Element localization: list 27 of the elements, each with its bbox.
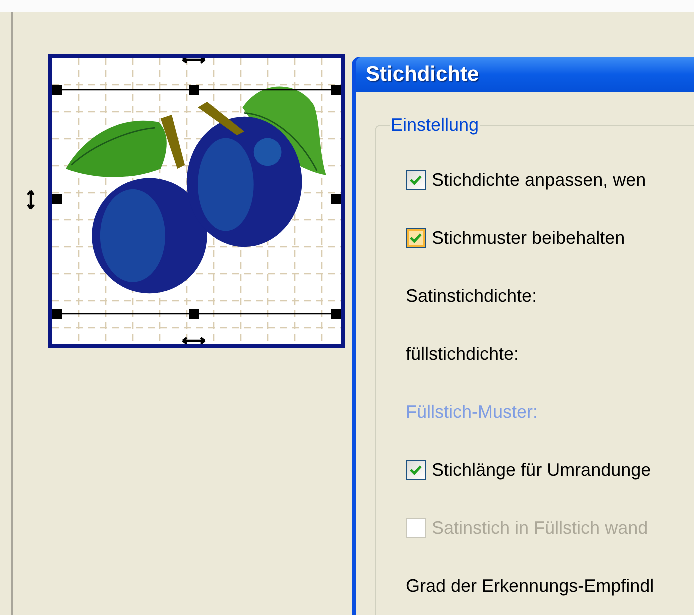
height-arrow-icon[interactable] <box>26 190 34 210</box>
resize-handle[interactable] <box>52 309 62 319</box>
resize-handle[interactable] <box>52 194 62 204</box>
checkmark-icon <box>410 465 422 475</box>
dialog-title: Stichdichte <box>366 62 480 88</box>
width-arrow-icon[interactable] <box>182 336 206 344</box>
resize-handle[interactable] <box>52 85 62 95</box>
checkbox-label: Stichdichte anpassen, wen <box>432 168 646 192</box>
resize-handle[interactable] <box>189 309 199 319</box>
field-label: Satinstichdichte: <box>406 284 538 308</box>
resize-handle[interactable] <box>331 309 341 319</box>
checkbox-label: Satinstich in Füllstich wand <box>432 516 648 540</box>
group-title: Einstellung <box>390 114 480 137</box>
checkbox-label: Stichmuster beibehalten <box>432 226 626 250</box>
resize-handle[interactable] <box>331 85 341 95</box>
checkbox[interactable] <box>406 460 426 480</box>
width-arrow-icon[interactable] <box>182 58 206 64</box>
resize-handle[interactable] <box>189 85 199 95</box>
field-label: füllstichdichte: <box>406 342 520 366</box>
resize-handle[interactable] <box>331 194 341 204</box>
checkbox-label: Stichlänge für Umrandunge <box>432 458 652 482</box>
design-canvas[interactable] <box>48 54 345 348</box>
checkbox[interactable] <box>406 170 426 190</box>
field-label: Grad der Erkennungs-Empfindl <box>406 574 654 598</box>
checkmark-icon <box>410 233 422 243</box>
field-label: Füllstich-Muster: <box>406 400 538 424</box>
checkmark-icon <box>410 175 422 185</box>
